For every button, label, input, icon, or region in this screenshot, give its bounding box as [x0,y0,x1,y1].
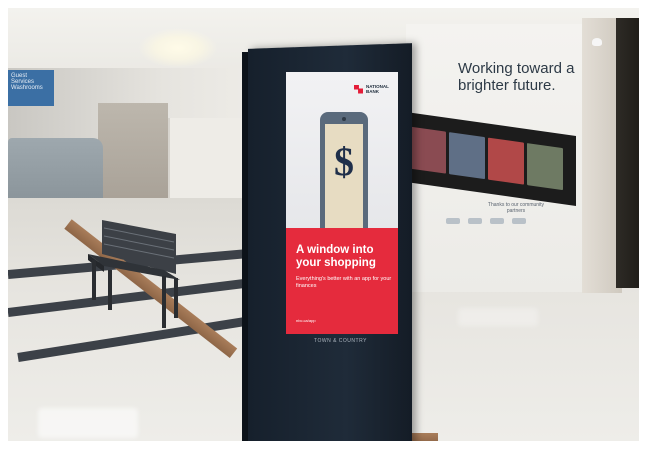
dollar-icon: $ [334,139,354,184]
photo-frame [449,132,485,180]
ad-small-print: nbc.ca/app [296,318,316,323]
bank-logo: NATIONAL BANK [354,84,390,94]
partner-logo [468,218,482,224]
ceiling-light [138,28,218,68]
partner-logo [446,218,460,224]
mural-note: Thanks to our community partners [487,202,545,214]
bank-name: NATIONAL BANK [366,84,389,94]
bench [88,220,180,328]
storefront [98,103,168,198]
ad-subline: Everything's better with an app for your… [296,276,392,289]
partner-logo [512,218,526,224]
security-camera-icon [592,38,602,46]
wall-panel [168,118,250,208]
floor-reflection [38,408,138,438]
ad-red-panel: A window into your shopping Everything's… [286,228,398,334]
mall-corridor-photo: Guest Services Washrooms Working toward … [8,8,639,441]
photo-frame [527,143,563,191]
phone-illustration: $ [320,112,368,228]
directional-sign: Guest Services Washrooms [8,70,54,106]
phone-camera-icon [342,117,346,121]
partner-logos [446,218,566,224]
dark-doorway [616,18,639,288]
bank-logo-icon [354,84,363,94]
floor-reflection [458,308,538,326]
mall-logo: TOWN & COUNTRY [314,338,367,344]
kiosk-screen: NATIONAL BANK $ A window into your shopp… [286,72,398,334]
phone-screen: $ [325,124,363,228]
partner-logo [490,218,504,224]
photo-frame [488,137,524,185]
ad-headline: A window into your shopping [296,244,376,269]
photo-frame [410,126,446,174]
